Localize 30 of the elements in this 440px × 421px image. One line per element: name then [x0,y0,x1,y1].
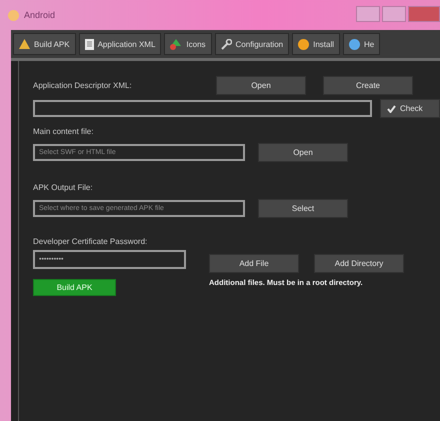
wrench-icon [220,38,232,50]
document-icon [84,38,94,50]
tab[interactable]: Install [292,33,340,55]
close-button[interactable] [408,6,440,22]
tab[interactable]: Build APK [13,33,76,55]
minimize-button[interactable] [356,6,380,22]
field-label: Developer Certificate Password: [33,237,148,248]
tab[interactable]: He [343,33,380,55]
app-icon [8,10,19,20]
build-button[interactable]: Build APK [33,279,116,296]
input-field[interactable] [33,100,372,117]
add-directory-button[interactable]: Add Directory [314,254,404,273]
open-button[interactable]: Open [216,76,306,95]
checkmark-icon [387,104,396,112]
tab[interactable]: Application XML [78,33,162,55]
window-title: Android [24,10,56,20]
warning-icon [19,39,30,49]
add-file-button[interactable]: Add File [209,254,299,273]
shapes-icon [170,38,182,50]
select-button[interactable]: Select [258,199,348,218]
create-button[interactable]: Create [323,76,413,95]
field-label: Main content file: [33,127,94,138]
tab[interactable]: Configuration [214,33,290,55]
coin-icon [298,38,310,50]
field-label: Application Descriptor XML: [33,81,133,90]
check-button[interactable]: Check [380,99,440,118]
maximize-button[interactable] [382,6,406,22]
tab[interactable]: Icons [164,33,212,55]
field-label: APK Output File: [33,183,93,194]
open-button[interactable]: Open [258,143,348,162]
